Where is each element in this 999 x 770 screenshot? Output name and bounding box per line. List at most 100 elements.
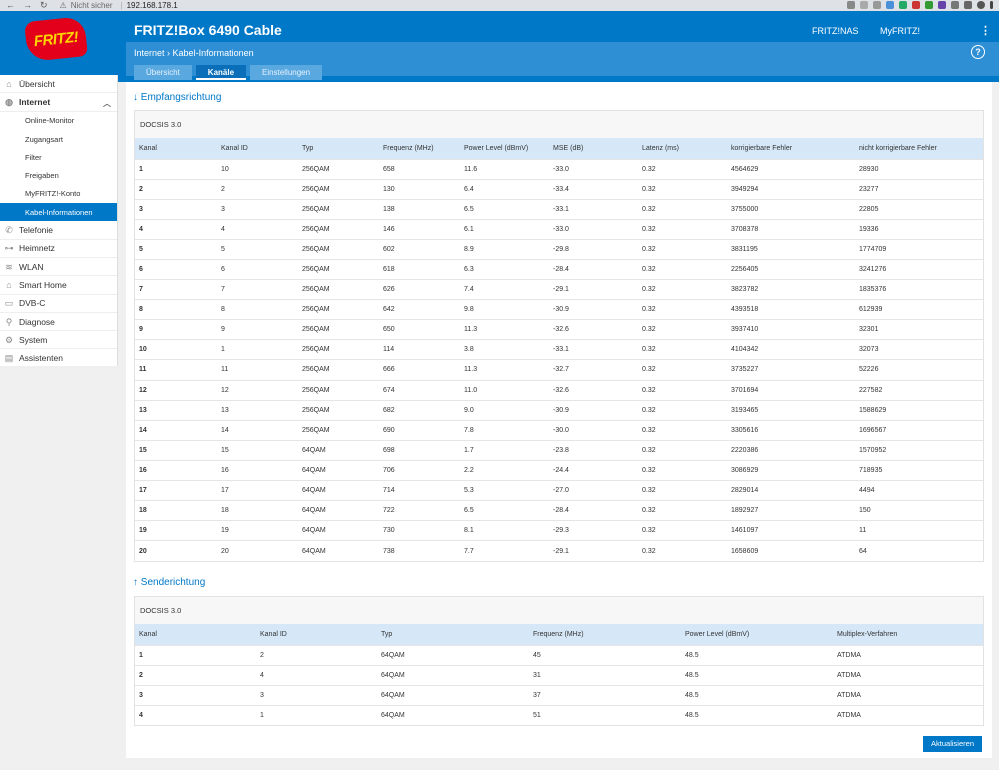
table-cell: 0.32 bbox=[642, 245, 656, 253]
table-cell: 256QAM bbox=[302, 366, 330, 374]
extension-icon[interactable] bbox=[951, 1, 959, 9]
tab-uebersicht[interactable]: Übersicht bbox=[134, 65, 192, 80]
table-cell: 4 bbox=[221, 225, 225, 233]
table-cell: 11.3 bbox=[464, 366, 478, 374]
table-cell: 612939 bbox=[859, 306, 883, 314]
key-icon[interactable] bbox=[847, 1, 855, 9]
extension-icon[interactable] bbox=[899, 1, 907, 9]
table-cell: ATDMA bbox=[837, 691, 861, 699]
table-cell: -33.0 bbox=[553, 165, 569, 173]
sidebar-sub-myfritz-konto[interactable]: MyFRITZ!-Konto bbox=[0, 185, 117, 203]
more-menu-icon[interactable]: ⋮ bbox=[980, 24, 991, 37]
table-cell: 256QAM bbox=[302, 346, 330, 354]
table-cell: 64QAM bbox=[381, 712, 405, 720]
breadcrumb-internet[interactable]: Internet bbox=[134, 48, 165, 58]
phone-icon: ✆ bbox=[5, 225, 13, 236]
tab-einstellungen[interactable]: Einstellungen bbox=[250, 65, 323, 80]
table-cell: 3937410 bbox=[731, 326, 759, 334]
table-cell: 9.8 bbox=[464, 306, 474, 314]
table-cell: 19336 bbox=[859, 225, 879, 233]
table-cell: 682 bbox=[383, 406, 395, 414]
sidebar-sub-zugangsart[interactable]: Zugangsart bbox=[0, 130, 117, 148]
sidebar-item-wlan[interactable]: ≋ WLAN bbox=[0, 258, 117, 277]
sidebar-item-system[interactable]: ⚙ System bbox=[0, 331, 117, 350]
table-cell: 0.32 bbox=[642, 286, 656, 294]
table-cell: 2.2 bbox=[464, 466, 474, 474]
sidebar-item-dvb-c[interactable]: ▭ DVB-C bbox=[0, 295, 117, 313]
table-cell: 0.32 bbox=[642, 266, 656, 274]
table-cell: 11 bbox=[859, 527, 867, 535]
table-cell: 3701694 bbox=[731, 386, 759, 394]
table-cell: 626 bbox=[383, 286, 395, 294]
warning-icon[interactable]: ⚠ bbox=[60, 1, 67, 10]
breadcrumb: Internet › Kabel-Informationen bbox=[134, 48, 254, 58]
table-cell: 4 bbox=[139, 225, 143, 233]
table-cell: 227582 bbox=[859, 386, 883, 394]
table-cell: 256QAM bbox=[302, 326, 330, 334]
breadcrumb-kabel: Kabel-Informationen bbox=[172, 48, 254, 58]
sidebar-item-uebersicht[interactable]: ⌂ Übersicht bbox=[0, 75, 117, 94]
table-cell: 0.32 bbox=[642, 547, 656, 555]
sidebar-item-internet[interactable]: ◍ Internet ︿ bbox=[0, 93, 117, 112]
table-cell: 32073 bbox=[859, 346, 879, 354]
reload-icon[interactable]: ↻ bbox=[40, 0, 48, 11]
table-cell: 5 bbox=[221, 245, 225, 253]
address-bar[interactable]: 192.168.178.1 bbox=[127, 1, 178, 10]
table-cell: 20 bbox=[221, 547, 229, 555]
extension-icon[interactable] bbox=[912, 1, 920, 9]
refresh-button[interactable]: Aktualisieren bbox=[923, 736, 982, 752]
sidebar-item-smart-home[interactable]: ⌂ Smart Home bbox=[0, 276, 117, 295]
table-cell: 650 bbox=[383, 326, 395, 334]
myfritz-link[interactable]: MyFRITZ! bbox=[880, 26, 920, 36]
sidebar-item-telefonie[interactable]: ✆ Telefonie bbox=[0, 221, 117, 240]
puzzle-icon[interactable] bbox=[964, 1, 972, 9]
table-cell: 0.32 bbox=[642, 466, 656, 474]
table-cell: 146 bbox=[383, 225, 395, 233]
extension-icon[interactable] bbox=[938, 1, 946, 9]
table-row: 16 16 64QAM 706 2.2 -24.4 0.32 3086929 718935 bbox=[135, 460, 983, 481]
downstream-panel: DOCSIS 3.0 Kanal Kanal ID Typ Frequenz (MHz… bbox=[134, 110, 984, 562]
sidebar-sub-online-monitor[interactable]: Online-Monitor bbox=[0, 112, 117, 130]
table-cell: 1658609 bbox=[731, 547, 759, 555]
fritz-logo[interactable]: FRITZ! bbox=[24, 15, 88, 63]
table-cell: -28.4 bbox=[553, 266, 569, 274]
fritznas-link[interactable]: FRITZ!NAS bbox=[812, 26, 859, 36]
security-label[interactable]: Nicht sicher bbox=[71, 1, 113, 10]
sidebar-item-heimnetz[interactable]: ⊶ Heimnetz bbox=[0, 240, 117, 258]
table-row: 15 15 64QAM 698 1.7 -23.8 0.32 2220386 1570952 bbox=[135, 440, 983, 461]
help-icon[interactable]: ? bbox=[971, 45, 985, 59]
back-icon[interactable]: ← bbox=[6, 0, 15, 11]
table-cell: 256QAM bbox=[302, 406, 330, 414]
extension-icon[interactable] bbox=[925, 1, 933, 9]
sidebar-item-label: Telefonie bbox=[19, 225, 54, 236]
table-cell: 51 bbox=[533, 712, 541, 720]
table-cell: 6.1 bbox=[464, 225, 474, 233]
table-cell: 2220386 bbox=[731, 446, 759, 454]
table-cell: 0.32 bbox=[642, 507, 656, 515]
table-header-row: Kanal Kanal ID Typ Frequenz (MHz) Power Leve… bbox=[135, 138, 983, 159]
logo-area: FRITZ! bbox=[0, 11, 118, 82]
table-cell: 658 bbox=[383, 165, 395, 173]
menu-icon[interactable] bbox=[990, 1, 993, 9]
table-row: 2 4 64QAM 31 48.5 ATDMA bbox=[135, 665, 983, 686]
sidebar-sub-kabel-informationen[interactable]: Kabel-Informationen bbox=[0, 203, 117, 222]
profile-icon[interactable] bbox=[977, 1, 985, 9]
sidebar-sub-freigaben[interactable]: Freigaben bbox=[0, 166, 117, 184]
sidebar-item-assistenten[interactable]: ▤ Assistenten bbox=[0, 349, 117, 368]
extension-icon[interactable] bbox=[886, 1, 894, 9]
table-cell: 0.32 bbox=[642, 446, 656, 454]
table-row: 3 3 64QAM 37 48.5 ATDMA bbox=[135, 685, 983, 706]
table-cell: 3949294 bbox=[731, 185, 759, 193]
table-cell: 16 bbox=[221, 466, 229, 474]
sidebar-item-diagnose[interactable]: ⚲ Diagnose bbox=[0, 313, 117, 332]
forward-icon[interactable]: → bbox=[23, 0, 32, 11]
tab-kanaele[interactable]: Kanäle bbox=[195, 65, 247, 80]
chevron-up-icon[interactable]: ︿ bbox=[103, 98, 111, 109]
table-cell: 256QAM bbox=[302, 185, 330, 193]
star-icon[interactable] bbox=[873, 1, 881, 9]
url-separator: | bbox=[120, 1, 123, 10]
table-cell: 64QAM bbox=[302, 547, 326, 555]
zoom-icon[interactable] bbox=[860, 1, 868, 9]
table-cell: -33.0 bbox=[553, 225, 569, 233]
sidebar-sub-filter[interactable]: Filter bbox=[0, 148, 117, 166]
